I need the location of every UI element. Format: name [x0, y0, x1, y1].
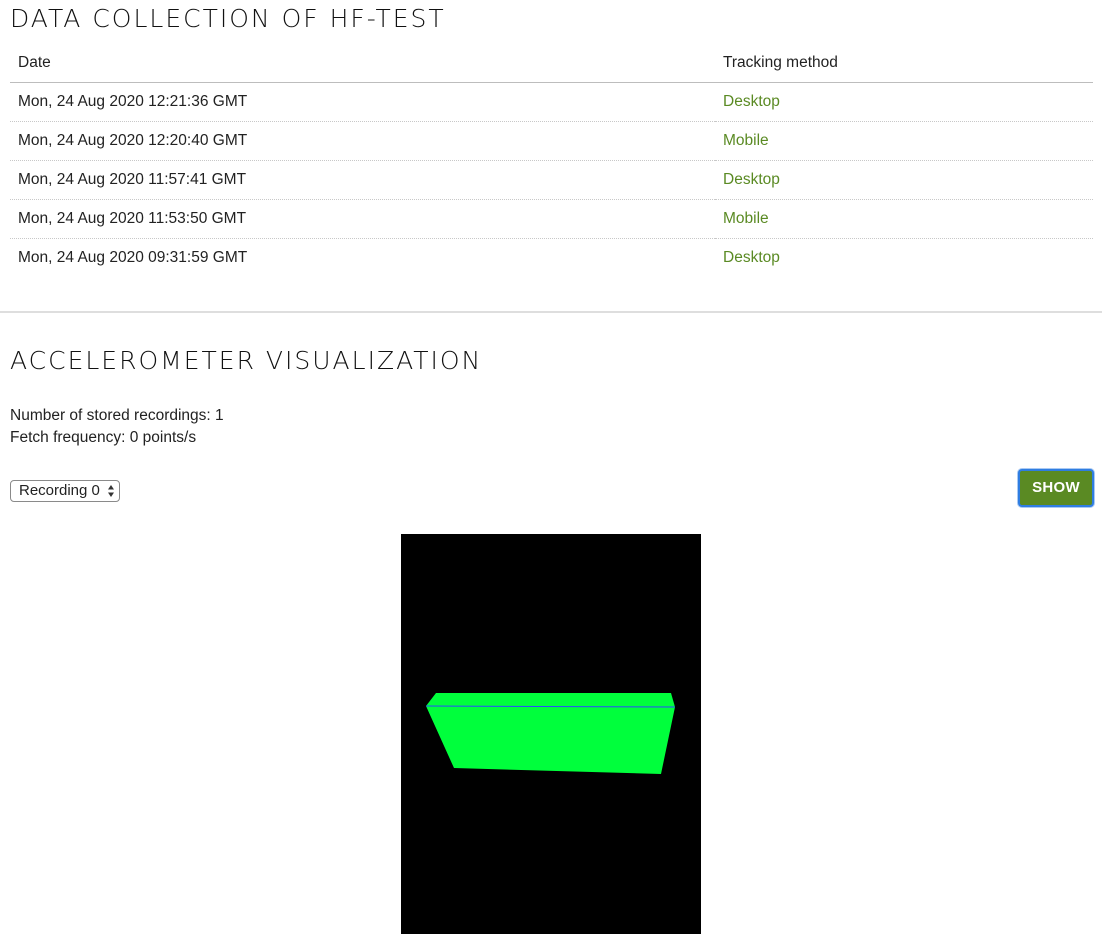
- row-tracking-method: Mobile: [715, 121, 1093, 161]
- row-tracking-method: Desktop: [723, 249, 780, 266]
- show-button[interactable]: SHOW: [1018, 469, 1094, 507]
- recording-select[interactable]: Recording 0: [10, 480, 120, 502]
- row-date: Mon, 24 Aug 2020 12:20:40 GMT: [10, 121, 715, 161]
- table-header-row: Date Tracking method: [10, 44, 1093, 83]
- row-date: Mon, 24 Aug 2020 12:21:36 GMT: [10, 82, 715, 122]
- row-tracking-method: Mobile: [715, 199, 1093, 239]
- accelerometer-3d-canvas: [401, 534, 701, 934]
- table-row: Mon, 24 Aug 2020 12:20:40 GMT Mobile: [10, 121, 1093, 161]
- page: DATA COLLECTION OF HF-TEST Date Tracking…: [0, 0, 1102, 949]
- table-row: Mon, 24 Aug 2020 11:53:50 GMT Mobile: [10, 199, 1093, 239]
- device-box-front-face: [426, 706, 675, 774]
- up-down-arrows-icon: [108, 485, 114, 497]
- row-tracking-method: Desktop: [715, 160, 1093, 200]
- row-date: Mon, 24 Aug 2020 11:53:50 GMT: [10, 199, 715, 239]
- fetch-frequency: Fetch frequency: 0 points/s: [10, 429, 197, 446]
- row-date: Mon, 24 Aug 2020 11:57:41 GMT: [10, 160, 715, 200]
- column-header-tracking-method: Tracking method: [715, 44, 1093, 83]
- recording-select-value: Recording 0: [19, 482, 100, 499]
- table-row: Mon, 24 Aug 2020 09:31:59 GMT Desktop: [10, 239, 1093, 278]
- table-row: Mon, 24 Aug 2020 11:57:41 GMT Desktop: [10, 160, 1093, 200]
- row-tracking-method: Desktop: [715, 82, 1093, 122]
- accelerometer-title: ACCELEROMETER VISUALIZATION: [10, 346, 483, 375]
- stored-recordings-count: Number of stored recordings: 1: [10, 407, 224, 424]
- device-box-top-face: [426, 693, 675, 707]
- table-row: Mon, 24 Aug 2020 12:21:36 GMT Desktop: [10, 82, 1093, 122]
- column-header-date: Date: [10, 44, 715, 83]
- data-table: Date Tracking method Mon, 24 Aug 2020 12…: [10, 44, 1093, 277]
- section-divider: [0, 311, 1102, 313]
- data-collection-title: DATA COLLECTION OF HF-TEST: [10, 4, 446, 33]
- row-date: Mon, 24 Aug 2020 09:31:59 GMT: [18, 249, 248, 266]
